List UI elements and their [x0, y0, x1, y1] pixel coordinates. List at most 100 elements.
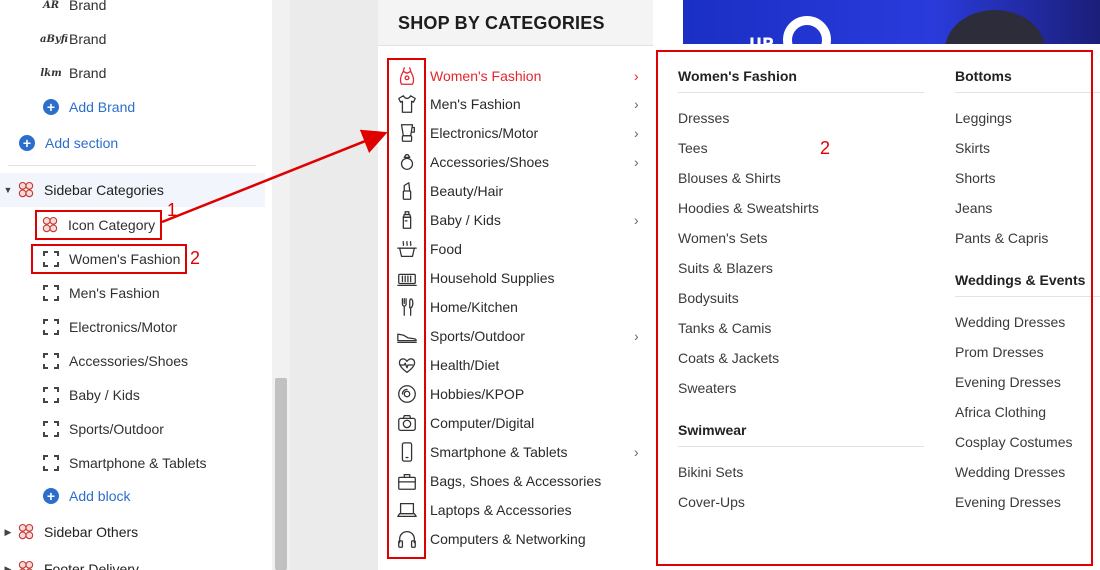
category-item[interactable]: Household Supplies	[392, 264, 648, 293]
add-block-button-label: Add block	[69, 488, 131, 504]
category-item[interactable]: Hobbies/KPOP	[392, 379, 648, 408]
theme-editor-sidebar: AR Brand aByfi Brand lkm Brand + Add Brand + Add …	[0, 0, 290, 570]
chevron-right-icon: ›	[634, 443, 639, 460]
category-label: Sports/Outdoor	[430, 328, 525, 345]
section-footer-delivery[interactable]: ▶ Footer Delivery	[0, 552, 265, 570]
category-item[interactable]: Food	[392, 235, 648, 264]
category-item[interactable]: Electronics/Motor ›	[392, 119, 648, 148]
section-label: Sidebar Categories	[44, 182, 164, 198]
section-others-icon	[16, 522, 36, 542]
category-label: Bags, Shoes & Accessories	[430, 472, 602, 489]
scrollbar-thumb[interactable]	[275, 378, 287, 570]
brand-block-row[interactable]: lkm Brand	[40, 58, 106, 88]
category-label: Home/Kitchen	[430, 299, 518, 316]
plus-circle-icon: +	[43, 488, 59, 504]
brand-block-label: Brand	[69, 0, 107, 13]
brand-logo-icon: AR	[42, 0, 60, 11]
add-section-button[interactable]: + Add section	[19, 128, 118, 158]
category-label: Men's Fashion	[430, 96, 521, 113]
category-item[interactable]: Sports/Outdoor ›	[392, 322, 648, 351]
add-brand-button-label: Add Brand	[69, 99, 136, 115]
block-bracket-icon	[42, 420, 60, 438]
category-label: Accessories/Shoes	[430, 154, 550, 171]
brand-block-row[interactable]: AR Brand	[40, 0, 106, 20]
category-item[interactable]: Computers & Networking	[392, 524, 648, 553]
shop-title: SHOP BY CATEGORIES	[398, 13, 605, 33]
caret-down-icon[interactable]: ▼	[0, 185, 16, 195]
category-item[interactable]: Laptops & Accessories	[392, 495, 648, 524]
category-item[interactable]: Accessories/Shoes ›	[392, 148, 648, 177]
banner-ring-graphic	[783, 16, 831, 47]
category-label: Health/Diet	[430, 357, 500, 373]
block-bracket-icon	[42, 318, 60, 336]
category-item[interactable]: Home/Kitchen	[392, 293, 648, 322]
brand-logo-icon: aByfi	[40, 33, 69, 45]
block-bracket-icon	[42, 352, 60, 370]
category-item[interactable]: Health/Diet	[392, 351, 648, 380]
section-footer-icon	[16, 559, 36, 570]
sidebar-category-block[interactable]: Electronics/Motor	[42, 312, 177, 342]
category-label: Laptops & Accessories	[430, 501, 572, 518]
shop-header: SHOP BY CATEGORIES	[378, 0, 653, 46]
category-item[interactable]: Baby / Kids ›	[392, 206, 648, 235]
block-bracket-icon	[42, 454, 60, 472]
caret-right-icon[interactable]: ▶	[0, 564, 16, 570]
sidebar-category-block[interactable]: Smartphone & Tablets	[42, 448, 207, 478]
chevron-right-icon: ›	[634, 125, 639, 142]
plus-circle-icon: +	[19, 135, 35, 151]
annotation-number-1: 1	[167, 200, 178, 220]
brand-block-label: Brand	[69, 31, 107, 47]
category-label: Household Supplies	[430, 270, 555, 287]
sidebar-category-block[interactable]: Baby / Kids	[42, 380, 140, 410]
plus-circle-icon: +	[43, 99, 59, 115]
annotation-number-2-menu: 2	[820, 138, 831, 158]
category-item[interactable]: Women's Fashion ›	[392, 61, 648, 90]
category-label: Computer/Digital	[430, 414, 535, 431]
annotation-box-icon-category	[35, 210, 162, 240]
block-label: Men's Fashion	[69, 285, 160, 301]
section-label: Sidebar Others	[44, 524, 139, 540]
category-item[interactable]: Bags, Shoes & Accessories	[392, 466, 648, 495]
preview-gutter	[290, 0, 378, 570]
section-sidebar-others[interactable]: ▶ Sidebar Others	[0, 515, 265, 549]
section-sidebar-categories[interactable]: ▼ Sidebar Categories	[0, 173, 265, 207]
sidebar-category-block[interactable]: Accessories/Shoes	[42, 346, 188, 376]
category-item[interactable]: Men's Fashion ›	[392, 90, 648, 119]
editor-divider	[8, 165, 256, 166]
brand-block-label: Brand	[69, 65, 107, 81]
annotation-box-mega-menu	[656, 50, 1093, 566]
sidebar-category-block[interactable]: Sports/Outdoor	[42, 414, 164, 444]
section-category-icon	[16, 180, 36, 200]
chevron-right-icon: ›	[634, 67, 639, 84]
screenshot-root: AR Brand aByfi Brand lkm Brand + Add Brand + Add …	[0, 0, 1100, 570]
category-label: Computers & Networking	[430, 530, 586, 547]
annotation-box-icon-column	[387, 58, 426, 559]
add-brand-button[interactable]: + Add Brand	[43, 92, 135, 122]
block-bracket-icon	[42, 386, 60, 404]
caret-right-icon[interactable]: ▶	[0, 527, 16, 538]
sidebar-category-block[interactable]: Men's Fashion	[42, 278, 160, 308]
block-label: Smartphone & Tablets	[69, 455, 207, 471]
category-label: Women's Fashion	[430, 67, 542, 84]
block-label: Sports/Outdoor	[69, 421, 164, 437]
brand-logo-icon: lkm	[40, 67, 62, 79]
chevron-right-icon: ›	[634, 212, 639, 229]
category-item[interactable]: Smartphone & Tablets ›	[392, 437, 648, 466]
category-label: Electronics/Motor	[430, 125, 539, 142]
add-block-button[interactable]: + Add block	[43, 481, 130, 511]
chevron-right-icon: ›	[634, 328, 639, 345]
block-bracket-icon	[42, 284, 60, 302]
block-label: Electronics/Motor	[69, 319, 178, 335]
category-label: Beauty/Hair	[430, 183, 504, 200]
editor-scrollbar[interactable]	[272, 0, 290, 570]
add-section-button-label: Add section	[45, 135, 119, 151]
annotation-box-womens-fashion-block	[31, 244, 187, 274]
category-label: Smartphone & Tablets	[430, 443, 568, 460]
category-item[interactable]: Beauty/Hair	[392, 177, 648, 206]
category-item[interactable]: Computer/Digital	[392, 408, 648, 437]
section-label: Footer Delivery	[44, 561, 139, 570]
promo-banner[interactable]: UP	[683, 0, 1100, 47]
chevron-right-icon: ›	[634, 154, 639, 171]
category-label: Baby / Kids	[430, 212, 501, 229]
brand-block-row[interactable]: aByfi Brand	[40, 24, 106, 54]
